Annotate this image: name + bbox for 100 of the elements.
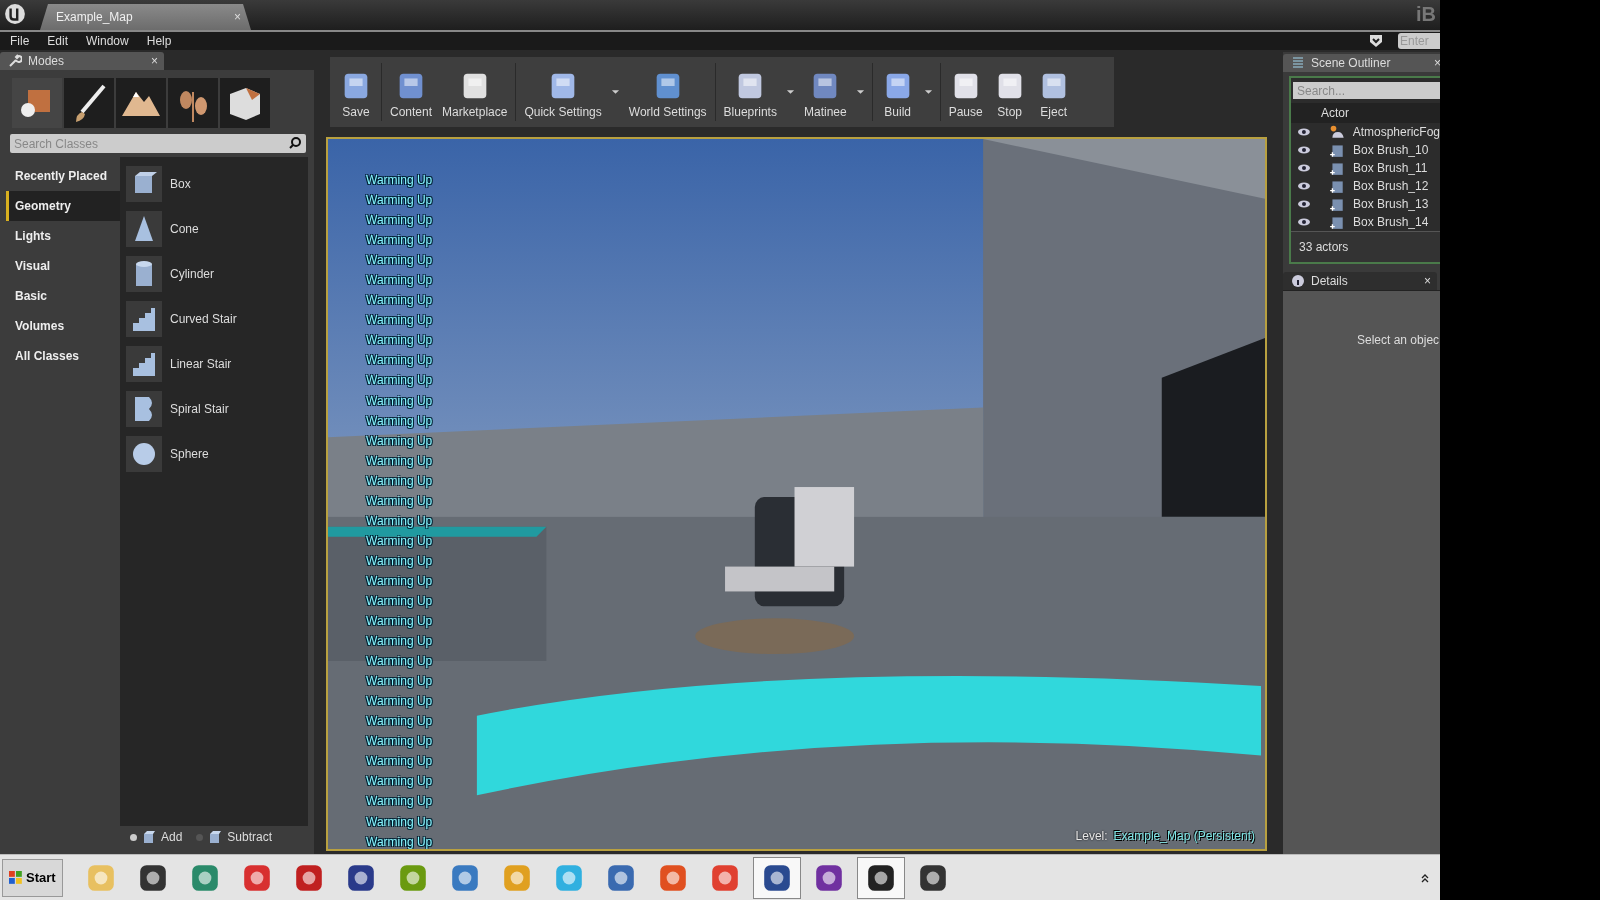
menu-item[interactable]: File	[10, 34, 30, 48]
status-message: Warming Up	[366, 432, 433, 450]
brush-mode-label: Subtract	[227, 830, 273, 844]
category-tab[interactable]: All Classes	[6, 341, 120, 371]
eye-icon[interactable]	[1297, 163, 1311, 173]
toolbar-button[interactable]: Quick Settings	[519, 57, 607, 127]
toolbar-button[interactable]: World Settings	[623, 57, 712, 127]
status-message: Warming Up	[366, 472, 433, 490]
radio-button[interactable]	[196, 833, 204, 841]
paint-mode-button[interactable]	[64, 78, 114, 128]
status-message: Warming Up	[366, 212, 433, 230]
menu-item[interactable]: Edit	[47, 34, 69, 48]
toolbar-button[interactable]: Marketplace	[437, 57, 513, 127]
actor-name[interactable]: Box Brush_13	[1353, 197, 1429, 211]
status-message: Warming Up	[366, 552, 433, 570]
actor-name[interactable]: Box Brush_11	[1353, 161, 1428, 175]
foliage-mode-button[interactable]	[168, 78, 218, 128]
category-tab[interactable]: Basic	[6, 281, 120, 311]
shape-label: Cylinder	[170, 266, 214, 281]
eye-icon[interactable]	[1297, 181, 1311, 191]
column-header[interactable]: Actor	[1291, 103, 1440, 123]
status-message: Warming Up	[366, 172, 433, 189]
shape-thumbnail-icon[interactable]	[126, 435, 162, 472]
start-button[interactable]: Start	[2, 858, 63, 897]
brush-mode-label: Add	[161, 830, 183, 844]
toolbar-button[interactable]: Pause	[943, 57, 988, 127]
shape-label: Cone	[170, 221, 199, 236]
info-icon	[1291, 274, 1305, 288]
place-mode-button[interactable]	[12, 78, 62, 128]
status-message: Warming Up	[366, 192, 433, 210]
toolbar-button[interactable]: Save	[334, 57, 378, 127]
empty-message: Select an objec	[1357, 333, 1440, 347]
status-message: Warming Up	[366, 613, 433, 631]
shape-label: Spiral Stair	[170, 401, 229, 416]
shape-thumbnail-icon[interactable]	[126, 165, 162, 202]
level-name: Example_Map (Persistent)	[1113, 829, 1255, 843]
status-message: Warming Up	[366, 833, 433, 849]
status-message: Warming Up	[366, 532, 433, 550]
shape-thumbnail-icon[interactable]	[126, 345, 162, 382]
status-message: Warming Up	[366, 633, 433, 651]
eye-icon[interactable]	[1297, 217, 1311, 227]
toolbar-button[interactable]: Build	[875, 57, 920, 127]
shape-thumbnail-icon[interactable]	[126, 390, 162, 427]
menu-item[interactable]: Help	[146, 34, 172, 48]
toolbar-button[interactable]: Stop	[987, 57, 1032, 127]
cube-icon	[1329, 196, 1345, 212]
status-message: Warming Up	[366, 412, 433, 430]
document-tab[interactable]: Example_Map ×	[40, 4, 251, 30]
shape-thumbnail-icon[interactable]	[126, 210, 162, 247]
status-message: Warming Up	[366, 593, 433, 610]
list-icon	[1291, 56, 1305, 70]
toolbar-button[interactable]: Matinee	[798, 57, 852, 127]
panel-tab[interactable]: Scene Outliner ×	[1283, 54, 1440, 72]
caret-icon[interactable]	[610, 89, 620, 95]
caret-icon[interactable]	[785, 89, 795, 95]
radio-button[interactable]	[130, 833, 137, 841]
status-message: Warming Up	[366, 352, 433, 370]
caret-icon[interactable]	[855, 89, 865, 95]
caret-icon[interactable]	[923, 89, 933, 95]
actor-name[interactable]: Box Brush_12	[1353, 179, 1429, 193]
close-button[interactable]: ×	[1424, 274, 1431, 288]
shield-icon[interactable]	[1368, 33, 1384, 49]
status-message: Warming Up	[366, 753, 433, 771]
toolbar-button[interactable]: Content	[385, 57, 438, 127]
shape-label: Curved Stair	[170, 311, 237, 326]
panel-tab[interactable]: Modes ×	[0, 52, 164, 70]
eye-icon[interactable]	[1297, 127, 1311, 137]
taskbar-app-button[interactable]	[856, 856, 905, 899]
category-tab[interactable]: Visual	[6, 251, 120, 281]
toolbar-button[interactable]: Blueprints	[718, 57, 782, 127]
eye-icon[interactable]	[1297, 145, 1311, 155]
actor-name[interactable]: Box Brush_10	[1353, 143, 1429, 157]
cube-icon	[1329, 142, 1345, 158]
category-tab[interactable]: Volumes	[6, 311, 120, 341]
shape-thumbnail-icon[interactable]	[126, 255, 162, 292]
search-field[interactable]: Search Classes	[10, 134, 306, 153]
shape-thumbnail-icon[interactable]	[126, 300, 162, 337]
actor-name[interactable]: AtmosphericFog	[1352, 125, 1440, 139]
actor-name[interactable]: Box Brush_14	[1353, 215, 1429, 229]
eye-icon[interactable]	[1297, 199, 1311, 209]
taskbar-app-button[interactable]	[752, 856, 801, 899]
menu-item[interactable]: Window	[86, 34, 129, 48]
category-tab[interactable]: Lights	[6, 221, 120, 251]
search-field[interactable]: Search...	[1293, 82, 1440, 99]
status-message: Warming Up	[366, 793, 433, 811]
category-tab[interactable]: Recently Placed	[6, 161, 120, 191]
close-button[interactable]: ×	[151, 54, 158, 68]
shape-label: Linear Stair	[170, 356, 232, 371]
status-message: Warming Up	[366, 693, 433, 711]
close-button[interactable]: ×	[1434, 56, 1440, 70]
category-tab[interactable]: Geometry	[6, 191, 120, 221]
status-message: Warming Up	[366, 773, 433, 791]
shape-label: Box	[170, 176, 191, 191]
landscape-mode-button[interactable]	[116, 78, 166, 128]
panel-tab[interactable]: Details ×	[1283, 272, 1437, 290]
search-icon	[288, 136, 302, 150]
panel-title: Scene Outliner	[1311, 56, 1392, 70]
status-message: Warming Up	[366, 272, 433, 290]
toolbar-button[interactable]: Eject	[1031, 57, 1076, 127]
geometry-mode-button[interactable]	[220, 78, 270, 128]
